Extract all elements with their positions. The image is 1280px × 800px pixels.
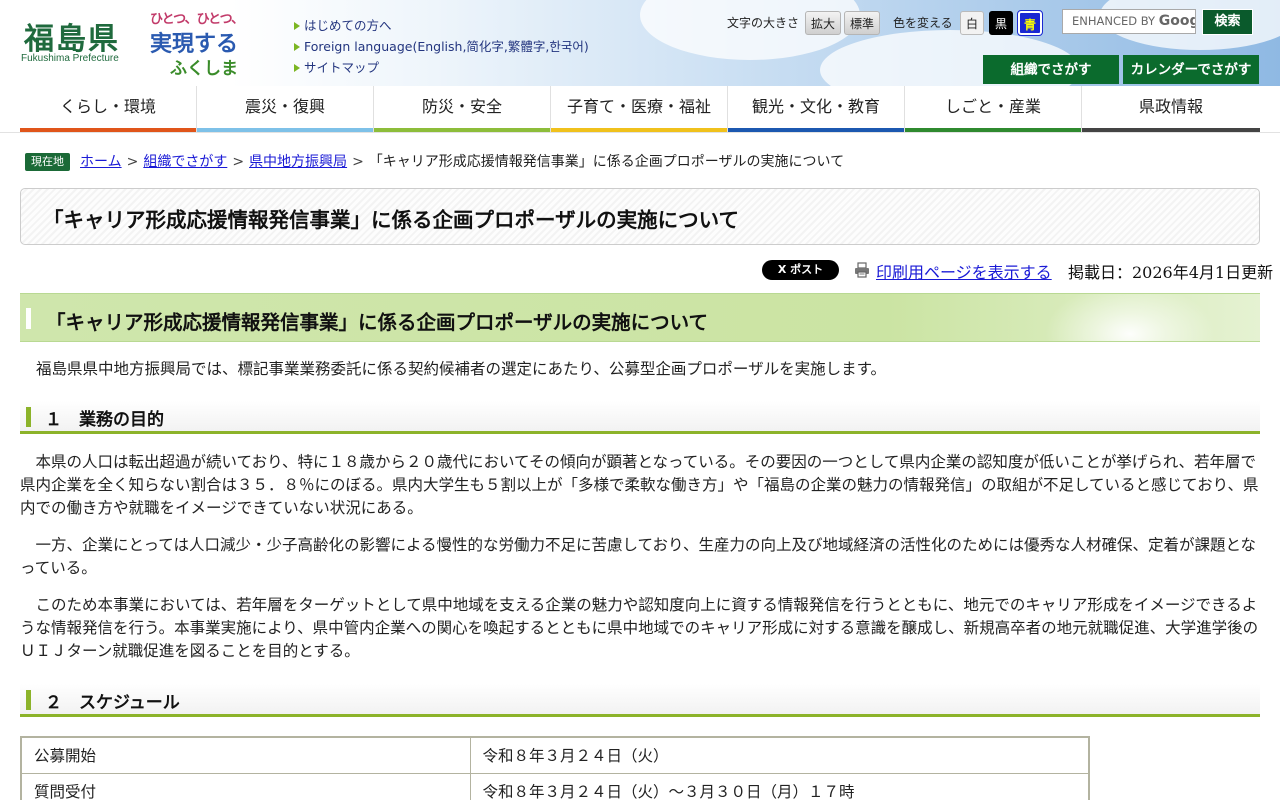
breadcrumb-separator: > [352, 154, 364, 170]
nav-item-label: 震災・復興 [244, 97, 325, 116]
schedule-value: 令和８年３月２４日（火）～３月３０日（月）１７時 [469, 772, 1090, 800]
x-post-button[interactable]: X ポスト [762, 260, 839, 280]
link-sitemap[interactable]: サイトマップ [294, 59, 589, 80]
current-location-badge: 現在地 [25, 153, 70, 171]
breadcrumb-org[interactable]: 組織でさがす [143, 154, 227, 170]
updated-date: 掲載日：2026年4月1日更新 [1068, 263, 1274, 282]
search-input[interactable]: ENHANCED BY Google [1062, 9, 1196, 34]
nav-item-label: くらし・環境 [59, 97, 156, 116]
x-post-label: X ポスト [777, 263, 824, 276]
slogan-line-1: ひとつ、ひとつ、 [150, 12, 244, 27]
breadcrumb-separator: > [126, 154, 139, 170]
slogan-line-3: ふくしま [170, 59, 238, 79]
global-nav: くらし・環境 震災・復興 防災・安全 子育て・医療・福祉 観光・文化・教育 しご… [20, 86, 1260, 133]
slogan-logo: ひとつ、ひとつ、 実現する ふくしま [150, 8, 246, 79]
font-standard-button[interactable]: 標準 [844, 11, 880, 35]
link-foreign-language[interactable]: Foreign language(English,简化字,繁體字,한국어) [294, 38, 589, 59]
content-heading: 「キャリア形成応援情報発信事業」に係る企画プロポーザルの実施について [46, 311, 709, 334]
site-logo[interactable]: 福島県 [24, 14, 120, 58]
org-search-button[interactable]: 組織でさがす [983, 55, 1119, 84]
breadcrumb-current: 「キャリア形成応援情報発信事業」に係る企画プロポーザルの実施について [368, 154, 845, 170]
nav-item-living[interactable]: くらし・環境 [20, 86, 197, 133]
section-heading-text: ２ スケジュール [45, 693, 180, 713]
search-placeholder-brand: Google [1158, 13, 1195, 29]
site-header: 福島県 Fukushima Prefecture ひとつ、ひとつ、 実現する ふ… [0, 0, 1280, 86]
printer-icon [855, 262, 869, 278]
color-blue-button[interactable]: 青 [1017, 10, 1043, 36]
quick-links: はじめての方へ Foreign language(English,简化字,繁體字… [294, 17, 589, 80]
table-row: 公募開始 令和８年３月２４日（火） [20, 736, 1090, 774]
nav-divider [0, 132, 1280, 133]
breadcrumb-bureau[interactable]: 県中地方振興局 [249, 154, 347, 170]
site-logo-english: Fukushima Prefecture [21, 53, 119, 64]
table-row: 質問受付 令和８年３月２４日（火）～３月３０日（月）１７時 [20, 772, 1090, 800]
section-heading-text: １ 業務の目的 [45, 410, 164, 430]
nav-item-label: 防災・安全 [421, 97, 502, 116]
calendar-search-button[interactable]: カレンダーでさがす [1123, 55, 1259, 84]
page-title-box: 「キャリア形成応援情報発信事業」に係る企画プロポーザルの実施について [20, 188, 1260, 245]
section-heading-purpose: １ 業務の目的 [20, 401, 1260, 434]
schedule-value: 令和８年３月２４日（火） [469, 736, 1090, 774]
breadcrumb-home[interactable]: ホーム [80, 154, 122, 170]
schedule-table: 公募開始 令和８年３月２４日（火） 質問受付 令和８年３月２４日（火）～３月３０… [20, 736, 1090, 800]
search-button[interactable]: 検索 [1202, 9, 1253, 35]
breadcrumb-separator: > [232, 154, 245, 170]
purpose-paragraph-1: 本県の人口は転出超過が続いており、特に１８歳から２０歳代においてその傾向が顕著と… [20, 453, 1259, 517]
breadcrumb: 現在地 ホーム > 組織でさがす > 県中地方振興局 > 「キャリア形成応援情報発信事業」に係… [25, 152, 844, 172]
intro-text: 福島県県中地方振興局では、標記事業業務委託に係る契約候補者の選定にあたり、公募型… [36, 360, 887, 378]
schedule-label: 質問受付 [20, 772, 471, 800]
nav-item-label: 県政情報 [1138, 97, 1203, 116]
color-label: 色を変える [893, 16, 953, 30]
nav-item-work[interactable]: しごと・産業 [905, 86, 1082, 133]
section-heading-schedule: ２ スケジュール [20, 684, 1260, 717]
purpose-paragraph-3: このため本事業においては、若年層をターゲットとして県中地域を支える企業の魅力や認… [20, 596, 1259, 660]
nav-item-tourism[interactable]: 観光・文化・教育 [728, 86, 905, 133]
search-placeholder-prefix: ENHANCED BY [1072, 14, 1156, 28]
link-first-visit[interactable]: はじめての方へ [294, 17, 589, 38]
color-white-button[interactable]: 白 [960, 11, 984, 35]
schedule-label: 公募開始 [20, 736, 471, 774]
heading-glow [1030, 294, 1230, 341]
nav-item-childcare[interactable]: 子育て・医療・福祉 [551, 86, 728, 133]
color-black-button[interactable]: 黒 [989, 11, 1013, 35]
content-heading-box: 「キャリア形成応援情報発信事業」に係る企画プロポーザルの実施について [20, 293, 1260, 342]
font-enlarge-button[interactable]: 拡大 [805, 11, 841, 35]
purpose-paragraph-2: 一方、企業にとっては人口減少・少子高齢化の影響による慢性的な労働力不足に苦慮して… [20, 536, 1256, 577]
nav-item-label: しごと・産業 [944, 97, 1041, 116]
nav-item-label: 観光・文化・教育 [751, 97, 880, 116]
nav-item-label: 子育て・医療・福祉 [566, 97, 711, 116]
nav-item-safety[interactable]: 防災・安全 [374, 86, 551, 133]
nav-item-government[interactable]: 県政情報 [1082, 86, 1260, 133]
nav-item-disaster-recovery[interactable]: 震災・復興 [197, 86, 374, 133]
print-page-link[interactable]: 印刷用ページを表示する [876, 259, 1052, 283]
font-size-label: 文字の大きさ [727, 16, 800, 30]
page-title: 「キャリア形成応援情報発信事業」に係る企画プロポーザルの実施について [43, 208, 739, 232]
